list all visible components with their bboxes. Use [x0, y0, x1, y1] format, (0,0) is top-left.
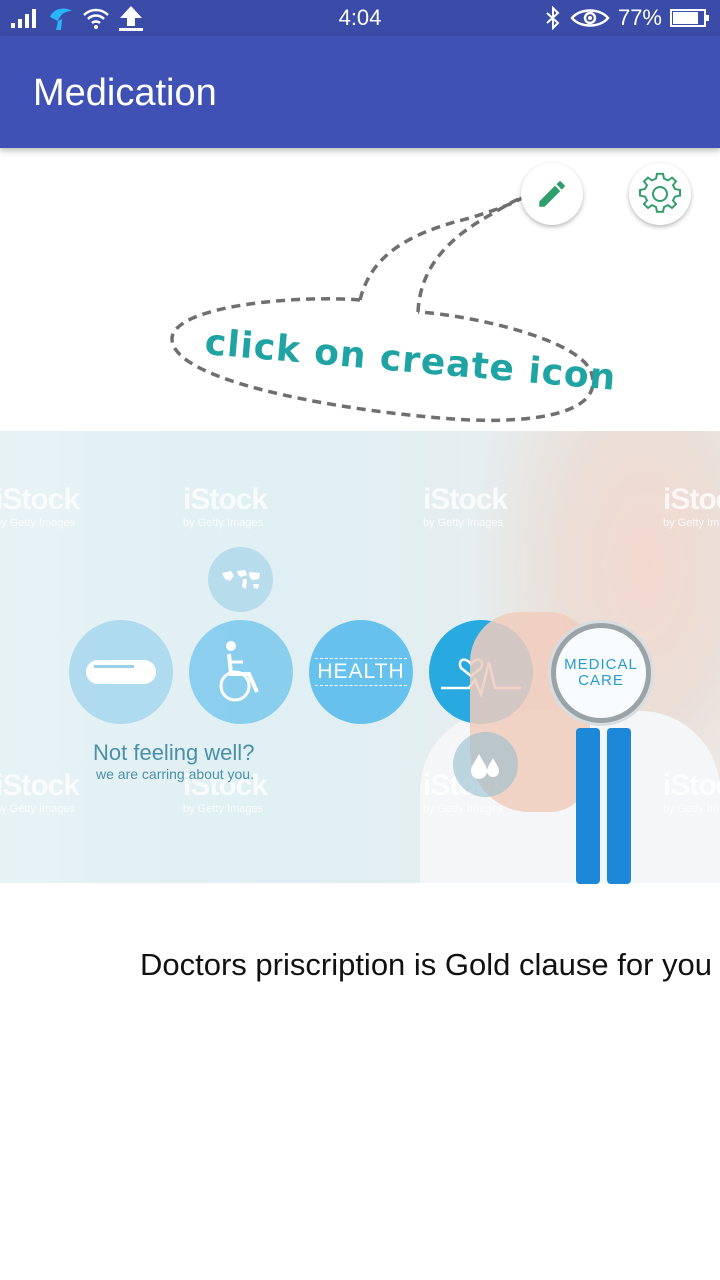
watermark: iStockby Getty Images	[0, 769, 80, 815]
pill-icon	[69, 620, 173, 724]
battery-icon	[670, 9, 709, 27]
medical-care-label: MEDICAL CARE	[564, 656, 638, 689]
watermark: iStockby Getty Images	[183, 483, 268, 529]
stethoscope-tube	[576, 728, 600, 884]
settings-button[interactable]	[629, 163, 691, 225]
status-right: 77%	[544, 4, 710, 32]
health-circle: HEALTH	[309, 620, 413, 724]
page-title: Medication	[33, 72, 217, 114]
pencil-icon	[539, 181, 565, 207]
tagline-text: Doctors priscription is Gold clause for …	[140, 947, 713, 982]
world-map-icon	[208, 547, 273, 612]
watermark: iStockby Getty Images	[663, 483, 720, 529]
watermark: iStockby Getty Images	[423, 483, 508, 529]
stethoscope-tube	[607, 728, 631, 884]
wheelchair-icon	[189, 620, 293, 724]
watermark: iStockby Getty Images	[663, 769, 720, 815]
app-bar: Medication	[0, 36, 720, 148]
create-button[interactable]	[521, 163, 583, 225]
screen: 4:04 77% Medication click on create icon…	[0, 0, 720, 1280]
status-bar: 4:04 77%	[0, 0, 720, 36]
health-label: HEALTH	[315, 658, 407, 686]
stethoscope-head: MEDICAL CARE	[551, 623, 651, 723]
banner-heading: Not feeling well?	[93, 740, 255, 765]
bluetooth-icon	[546, 6, 560, 30]
eye-icon	[570, 9, 610, 27]
battery-percent: 77%	[617, 5, 662, 30]
water-drop-icon	[453, 732, 518, 797]
gear-icon	[639, 172, 681, 213]
watermark: iStockby Getty Images	[0, 483, 80, 529]
banner-subheading: we are carring about you.	[96, 766, 254, 782]
